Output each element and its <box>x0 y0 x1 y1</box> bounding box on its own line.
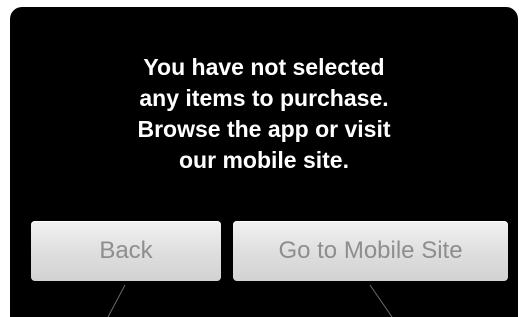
back-button[interactable]: Back <box>31 221 221 281</box>
message-line: our mobile site. <box>179 147 349 173</box>
empty-cart-dialog: You have not selected any items to purch… <box>10 7 518 317</box>
empty-cart-message: You have not selected any items to purch… <box>10 52 518 176</box>
go-to-mobile-site-button[interactable]: Go to Mobile Site <box>233 221 508 281</box>
message-line: You have not selected <box>143 54 385 80</box>
message-line: Browse the app or visit <box>137 116 391 142</box>
message-line: any items to purchase. <box>139 85 389 111</box>
